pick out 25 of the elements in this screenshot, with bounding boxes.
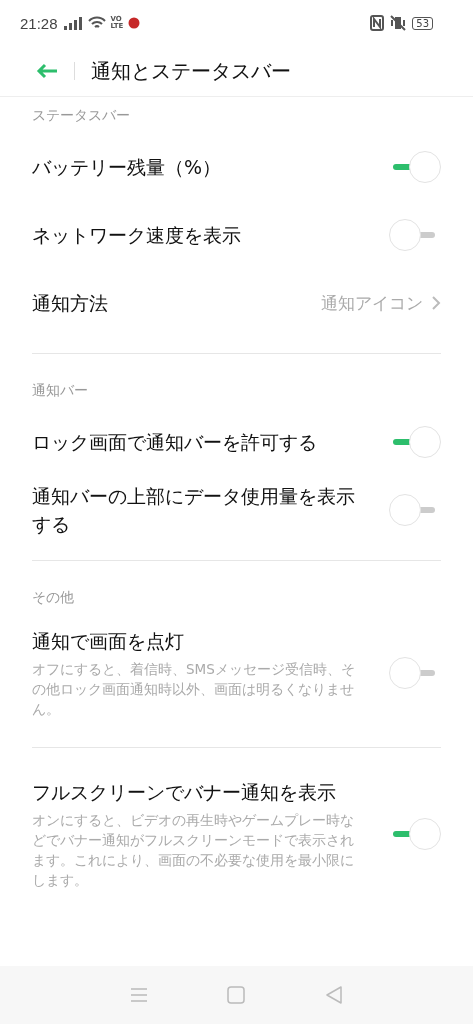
page-title: 通知とステータスバー xyxy=(91,57,291,85)
setting-description: オフにすると、着信時、SMSメッセージ受信時、その他ロック画面通知時以外、画面は明るくなりません。 xyxy=(32,660,356,719)
chevron-right-icon[interactable] xyxy=(431,295,441,311)
setting-label: ネットワーク速度を表示 xyxy=(32,223,242,248)
section-header: その他 xyxy=(32,588,75,607)
menu-icon[interactable] xyxy=(129,988,148,1002)
setting-label: 通知で画面を点灯 xyxy=(32,629,185,654)
wifi-icon xyxy=(87,16,106,30)
setting-label: バッテリー残量（%） xyxy=(32,155,223,180)
vibrate-off-icon xyxy=(389,15,408,31)
section-header: 通知バー xyxy=(32,381,89,400)
setting-description: オンにすると、ビデオの再生時やゲームプレー時などでバナー通知がフルスクリーンモードで表示されます。これにより、画面の不必要な使用を最小限にします。 xyxy=(32,811,355,890)
clock: 21:28 xyxy=(20,14,58,32)
back-icon[interactable] xyxy=(325,986,344,1004)
section-header: ステータスバー xyxy=(32,106,131,125)
back-arrow-icon[interactable] xyxy=(36,63,58,79)
setting-label: 通知方法 xyxy=(32,291,109,316)
nfc-icon xyxy=(370,15,385,31)
setting-label: 通知バーの上部にデータ使用量を表示する xyxy=(32,484,356,537)
signal-icon xyxy=(62,16,83,30)
setting-label: ロック画面で通知バーを許可する xyxy=(32,430,318,455)
battery-level: 53 xyxy=(412,16,433,30)
setting-value: 通知アイコン xyxy=(321,291,423,315)
setting-label: フルスクリーンでバナー通知を表示 xyxy=(32,780,337,805)
home-icon[interactable] xyxy=(227,986,246,1004)
